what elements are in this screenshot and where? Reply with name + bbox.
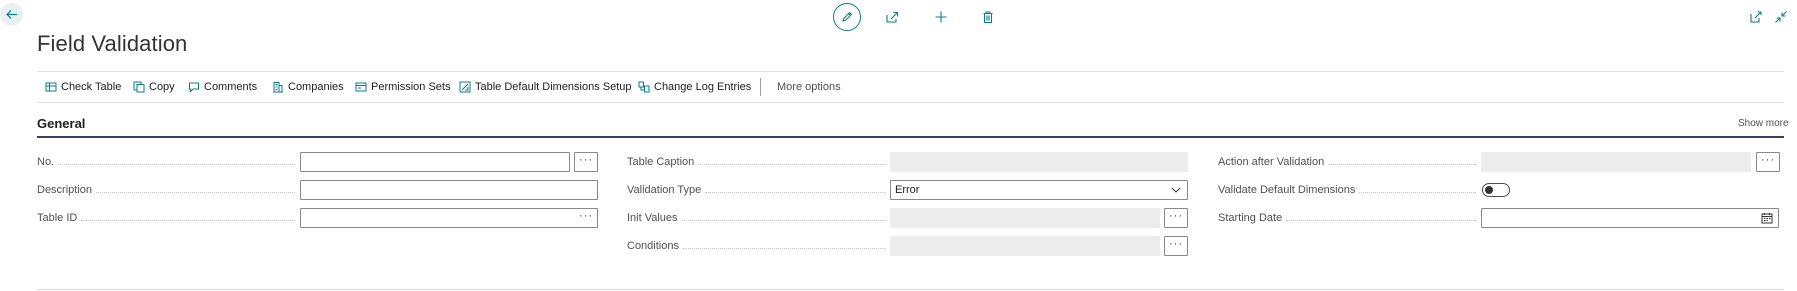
arrow-left-icon <box>5 8 18 21</box>
table-caption-field <box>890 152 1188 172</box>
field-label-action-after-validation: Action after Validation <box>1218 152 1476 172</box>
no-field[interactable] <box>300 152 570 172</box>
check-table-action[interactable]: Check Table <box>45 72 121 102</box>
table-check-icon <box>45 81 57 93</box>
calendar-icon[interactable] <box>1761 212 1773 224</box>
show-more-link[interactable]: Show more <box>1738 118 1789 129</box>
change-log-entries-label: Change Log Entries <box>654 81 752 93</box>
table-id-field[interactable]: ··· <box>300 208 598 228</box>
conditions-lookup-button[interactable]: ··· <box>1164 236 1188 256</box>
back-button[interactable] <box>0 3 23 26</box>
copy-icon <box>133 81 145 93</box>
validation-type-value: Error <box>895 184 920 196</box>
collapse-button[interactable] <box>1772 8 1790 26</box>
dimensions-icon <box>459 81 471 93</box>
field-label-validation-type: Validation Type <box>627 180 885 200</box>
init-values-field <box>890 208 1160 228</box>
table-default-dimensions-action[interactable]: Table Default Dimensions Setup <box>459 72 632 102</box>
field-label-starting-date: Starting Date <box>1218 208 1476 228</box>
comments-label: Comments <box>204 81 258 93</box>
table-default-dimensions-label: Table Default Dimensions Setup <box>475 81 632 93</box>
log-icon <box>638 81 650 93</box>
validation-type-select[interactable]: Error <box>890 180 1188 200</box>
action-after-validation-field <box>1481 152 1751 172</box>
check-table-label: Check Table <box>61 81 122 93</box>
toggle-knob <box>1485 186 1493 194</box>
field-label-conditions: Conditions <box>627 236 885 256</box>
field-label-description: Description <box>37 180 295 200</box>
section-title: General <box>37 116 86 131</box>
action-bar: Check Table Copy Comments Companies Perm… <box>37 71 1784 103</box>
field-label-validate-default-dimensions: Validate Default Dimensions <box>1218 180 1476 200</box>
field-label-init-values: Init Values <box>627 208 885 228</box>
conditions-field <box>890 236 1160 256</box>
field-label-table-id: Table ID <box>37 208 295 228</box>
comments-action[interactable]: Comments <box>188 72 257 102</box>
share-button[interactable] <box>883 8 901 26</box>
trash-icon <box>981 10 995 24</box>
permission-icon <box>355 81 367 93</box>
action-after-validation-lookup-button[interactable]: ··· <box>1756 152 1780 172</box>
pencil-icon <box>840 10 854 24</box>
table-id-lookup-icon[interactable]: ··· <box>579 210 593 222</box>
plus-icon <box>934 10 948 24</box>
page-title: Field Validation <box>37 31 188 56</box>
new-button[interactable] <box>932 8 950 26</box>
starting-date-field[interactable] <box>1481 208 1779 228</box>
more-options-button[interactable]: More options <box>777 72 841 102</box>
validate-default-dimensions-toggle[interactable] <box>1482 183 1510 197</box>
building-icon <box>272 81 284 93</box>
section-bottom-divider <box>37 289 1784 290</box>
no-lookup-button[interactable]: ··· <box>574 152 598 172</box>
init-values-lookup-button[interactable]: ··· <box>1164 208 1188 228</box>
companies-action[interactable]: Companies <box>272 72 344 102</box>
edit-button[interactable] <box>833 3 861 31</box>
share-icon <box>885 10 899 24</box>
field-label-table-caption: Table Caption <box>627 152 885 172</box>
chevron-down-icon <box>1171 186 1181 194</box>
copy-label: Copy <box>149 81 175 93</box>
collapse-icon <box>1774 10 1788 24</box>
description-field[interactable] <box>300 180 598 200</box>
field-label-no: No. <box>37 152 295 172</box>
popout-icon <box>1749 10 1763 24</box>
section-divider <box>37 136 1784 138</box>
permission-sets-label: Permission Sets <box>371 81 451 93</box>
open-in-new-window-button[interactable] <box>1747 8 1765 26</box>
companies-label: Companies <box>288 81 344 93</box>
permission-sets-action[interactable]: Permission Sets <box>355 72 450 102</box>
copy-action[interactable]: Copy <box>133 72 175 102</box>
delete-button[interactable] <box>979 8 997 26</box>
comment-icon <box>188 81 200 93</box>
action-divider <box>760 78 761 96</box>
change-log-entries-action[interactable]: Change Log Entries <box>638 72 751 102</box>
